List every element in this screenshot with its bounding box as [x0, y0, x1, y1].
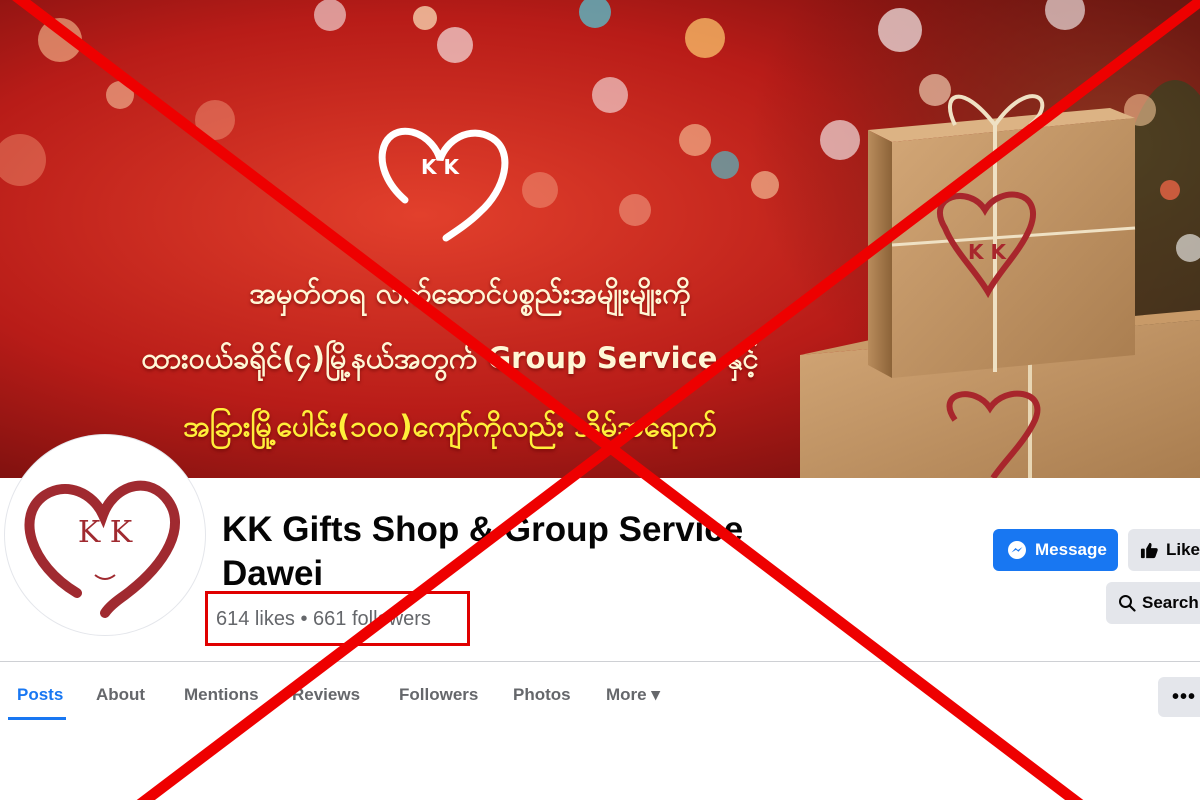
message-button[interactable]: Message: [993, 529, 1118, 571]
thumbs-up-icon: [1140, 541, 1159, 560]
facebook-page-screenshot: K K K K အမှတ်တရ လက်ဆောင်ပစ္စည်းအမျိုးမျိ…: [0, 0, 1200, 800]
tab-about[interactable]: About: [96, 685, 145, 705]
tab-photos[interactable]: Photos: [513, 685, 571, 705]
gift-box-logo-text: K K: [968, 240, 1006, 264]
cover-logo-text: K K: [421, 155, 459, 179]
tab-followers[interactable]: Followers: [399, 685, 478, 705]
page-stats-highlight[interactable]: 614 likes • 661 followers: [205, 591, 470, 646]
cover-text-line-2: ထားဝယ်ခရိုင်(၄)မြို့နယ်အတွက် Group Servi…: [141, 341, 759, 375]
message-button-label: Message: [1035, 540, 1107, 559]
cover-background: [0, 0, 1200, 478]
search-button[interactable]: Search: [1106, 582, 1200, 624]
page-title: KK Gifts Shop & Group Service Dawei: [222, 510, 744, 593]
tab-reviews[interactable]: Reviews: [292, 685, 360, 705]
active-tab-indicator: [8, 717, 66, 720]
profile-avatar[interactable]: K K: [5, 435, 205, 635]
messenger-icon: [1007, 540, 1027, 560]
tab-more[interactable]: More ▾: [606, 685, 660, 705]
header-divider: [0, 661, 1200, 662]
cover-text-line-1: အမှတ်တရ လက်ဆောင်ပစ္စည်းအမျိုးမျိုးကို: [249, 276, 691, 310]
more-options-button[interactable]: •••: [1158, 677, 1200, 717]
like-button[interactable]: Like: [1128, 529, 1200, 571]
search-button-label: Search: [1142, 593, 1199, 612]
search-icon: [1118, 594, 1136, 612]
cover-photo[interactable]: K K K K အမှတ်တရ လက်ဆောင်ပစ္စည်းအမျိုးမျိ…: [0, 0, 1200, 478]
likes-followers-count[interactable]: 614 likes • 661 followers: [216, 608, 431, 630]
tab-posts[interactable]: Posts: [17, 685, 63, 705]
like-button-label: Like: [1166, 540, 1200, 559]
tab-mentions[interactable]: Mentions: [184, 685, 259, 705]
avatar-logo-text: K K: [77, 515, 133, 550]
